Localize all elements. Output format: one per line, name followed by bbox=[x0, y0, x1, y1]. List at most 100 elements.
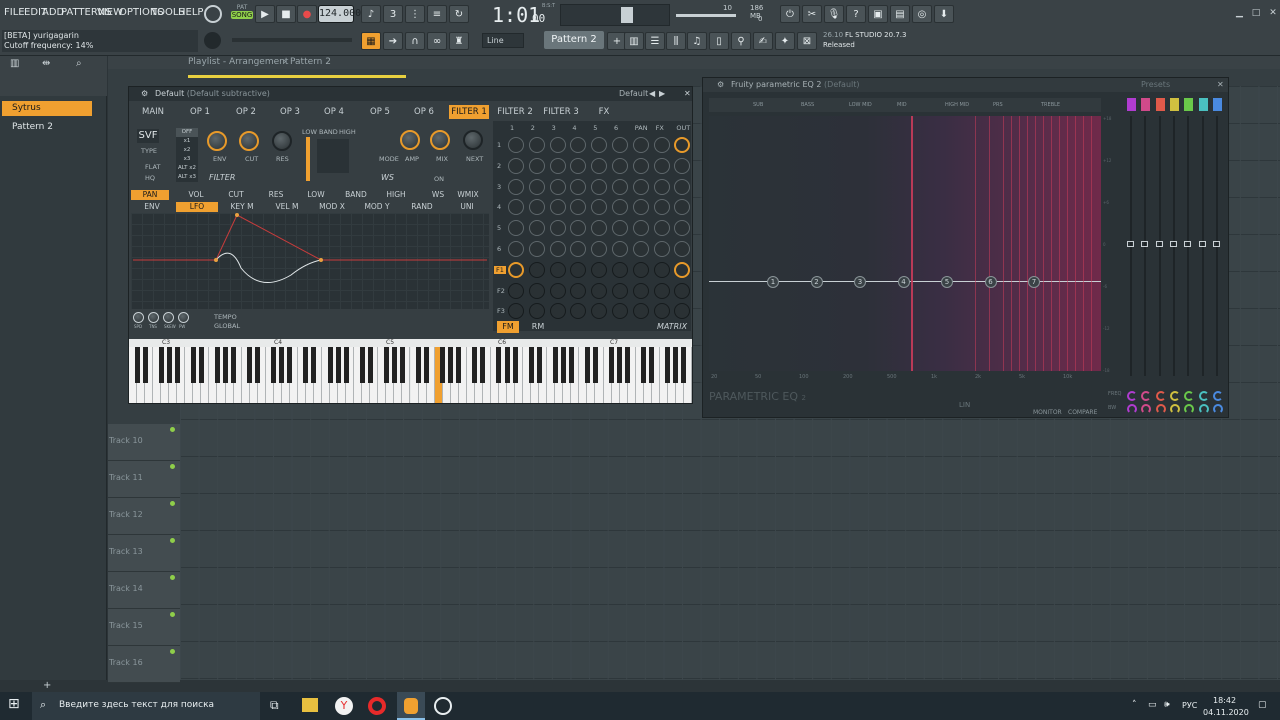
matrix-knob[interactable] bbox=[632, 137, 649, 153]
lfo-spd-knob[interactable] bbox=[133, 312, 144, 323]
black-key[interactable] bbox=[512, 347, 518, 383]
tab-filter-3[interactable]: FILTER 3 bbox=[539, 105, 583, 119]
matrix-knob[interactable] bbox=[591, 261, 608, 278]
matrix-knob[interactable] bbox=[508, 303, 524, 320]
track-enable-dot[interactable] bbox=[170, 538, 175, 543]
browser-collapse-icon[interactable]: ⇹ bbox=[42, 58, 50, 69]
metronome-knob[interactable] bbox=[204, 5, 222, 23]
master-volume-slider[interactable] bbox=[621, 7, 633, 23]
eq-freq-knob[interactable] bbox=[1127, 391, 1137, 401]
volume-icon[interactable]: 🕪 bbox=[1164, 700, 1170, 710]
preset-prev-icon[interactable]: ◀ bbox=[649, 87, 655, 101]
countdown-button[interactable]: 3 bbox=[383, 5, 403, 23]
browser-search-icon[interactable]: ⌕ bbox=[76, 58, 82, 69]
black-key[interactable] bbox=[311, 347, 317, 383]
matrix-knob[interactable] bbox=[591, 303, 608, 320]
matrix-knob[interactable] bbox=[653, 261, 670, 278]
matrix-knob[interactable] bbox=[549, 199, 566, 216]
shop-button[interactable]: ⊠ bbox=[797, 32, 817, 50]
matrix-knob[interactable] bbox=[612, 178, 628, 195]
tab-op-2[interactable]: OP 2 bbox=[231, 105, 261, 119]
eq-band-color-tab[interactable] bbox=[1155, 98, 1165, 111]
mod-target-high[interactable]: HIGH bbox=[377, 190, 415, 200]
black-key[interactable] bbox=[609, 347, 615, 383]
matrix-knob[interactable] bbox=[549, 261, 566, 278]
next-knob[interactable] bbox=[463, 130, 483, 150]
black-key[interactable] bbox=[343, 347, 349, 383]
eq-gain-handle[interactable] bbox=[1212, 241, 1220, 247]
tempo-option[interactable]: TEMPO bbox=[214, 313, 237, 321]
eq-freq-knob[interactable] bbox=[1155, 391, 1166, 401]
matrix-knob[interactable] bbox=[570, 282, 587, 299]
black-key[interactable] bbox=[416, 347, 422, 383]
eq-freq-knob[interactable] bbox=[1169, 391, 1180, 401]
plugin-picker-button[interactable]: ✂ bbox=[802, 5, 822, 23]
black-key[interactable] bbox=[223, 347, 228, 383]
matrix-knob[interactable] bbox=[528, 199, 545, 216]
matrix-knob[interactable] bbox=[612, 199, 628, 216]
tray-up-icon[interactable]: ˄ bbox=[1132, 700, 1137, 710]
black-key[interactable] bbox=[528, 347, 534, 383]
sytrus-gear-icon[interactable]: ⚙ bbox=[141, 87, 148, 101]
main-pitch-knob[interactable] bbox=[204, 32, 221, 49]
matrix-knob[interactable] bbox=[570, 178, 587, 195]
matrix-knob[interactable] bbox=[508, 137, 524, 153]
multiplier-option[interactable]: x1 bbox=[176, 137, 198, 146]
minimize-icon[interactable]: ▁ bbox=[1236, 8, 1243, 18]
black-key[interactable] bbox=[665, 347, 671, 383]
eq-freq-knob[interactable] bbox=[1198, 391, 1209, 401]
stop-button[interactable]: ■ bbox=[276, 5, 296, 23]
track-enable-dot[interactable] bbox=[170, 649, 175, 654]
black-key[interactable] bbox=[424, 347, 430, 383]
eq-gain-handle[interactable] bbox=[1198, 241, 1206, 247]
matrix-knob[interactable] bbox=[653, 303, 670, 320]
res-knob[interactable] bbox=[272, 131, 292, 151]
matrix-knob[interactable] bbox=[674, 303, 691, 320]
matrix-knob[interactable] bbox=[591, 137, 608, 153]
help-button[interactable]: ? bbox=[846, 5, 866, 23]
tab-main[interactable]: MAIN bbox=[137, 105, 169, 119]
black-key[interactable] bbox=[271, 347, 277, 383]
eq-bw-knob[interactable] bbox=[1127, 404, 1137, 414]
news-panel[interactable]: 26.10 FL STUDIO 20.7.3 Released bbox=[821, 30, 931, 52]
pointer-tool[interactable]: ➔ bbox=[383, 32, 403, 50]
app-icon[interactable] bbox=[434, 697, 452, 715]
tab-filter-2[interactable]: FILTER 2 bbox=[493, 105, 537, 119]
plugin-button[interactable]: ⚲ bbox=[731, 32, 751, 50]
matrix-knob[interactable] bbox=[570, 157, 587, 174]
project-button[interactable]: ✦ bbox=[775, 32, 795, 50]
matrix-knob[interactable] bbox=[632, 157, 649, 174]
record-audio-button[interactable]: 🎙 bbox=[824, 5, 844, 23]
matrix-knob[interactable] bbox=[508, 157, 524, 174]
mod-target-band[interactable]: BAND bbox=[337, 190, 375, 200]
tab-op-6[interactable]: OP 6 bbox=[409, 105, 439, 119]
matrix-knob[interactable] bbox=[674, 241, 691, 257]
opera-icon[interactable] bbox=[368, 697, 386, 715]
black-key[interactable] bbox=[568, 347, 574, 383]
preset-next-icon[interactable]: ▶ bbox=[659, 87, 665, 101]
matrix-knob[interactable] bbox=[674, 282, 691, 299]
matrix-knob[interactable] bbox=[653, 220, 670, 237]
sytrus-preset[interactable]: Default bbox=[619, 87, 648, 101]
tab-op-4[interactable]: OP 4 bbox=[319, 105, 349, 119]
matrix-knob[interactable] bbox=[674, 178, 691, 195]
piano-keyboard[interactable]: C3 C4 C5 C6 C7 bbox=[129, 339, 692, 403]
eq-bw-knob[interactable] bbox=[1141, 404, 1152, 414]
eq-graph[interactable]: 1 2 3 4 5 6 7 20 50 100 200 500 1k 2k 5k 10k bbox=[709, 116, 1101, 380]
matrix-knob[interactable] bbox=[632, 220, 649, 237]
multiplier-option[interactable]: ALT x2 bbox=[176, 164, 198, 173]
matrix-knob[interactable] bbox=[612, 157, 628, 174]
matrix-knob[interactable] bbox=[528, 241, 545, 257]
link-tool[interactable]: ∞ bbox=[427, 32, 447, 50]
eq-band-color-tab[interactable] bbox=[1184, 98, 1194, 111]
language-indicator[interactable]: РУС bbox=[1182, 701, 1197, 710]
matrix-knob[interactable] bbox=[549, 220, 566, 237]
mod-target-pan[interactable]: PAN bbox=[131, 190, 169, 200]
stamp-tool[interactable]: ♜ bbox=[449, 32, 469, 50]
matrix-knob[interactable] bbox=[653, 241, 670, 257]
black-key[interactable] bbox=[247, 347, 253, 383]
matrix-knob[interactable] bbox=[632, 199, 649, 216]
matrix-knob[interactable] bbox=[528, 220, 545, 237]
matrix-knob[interactable] bbox=[570, 303, 587, 320]
matrix-knob[interactable] bbox=[591, 199, 608, 216]
